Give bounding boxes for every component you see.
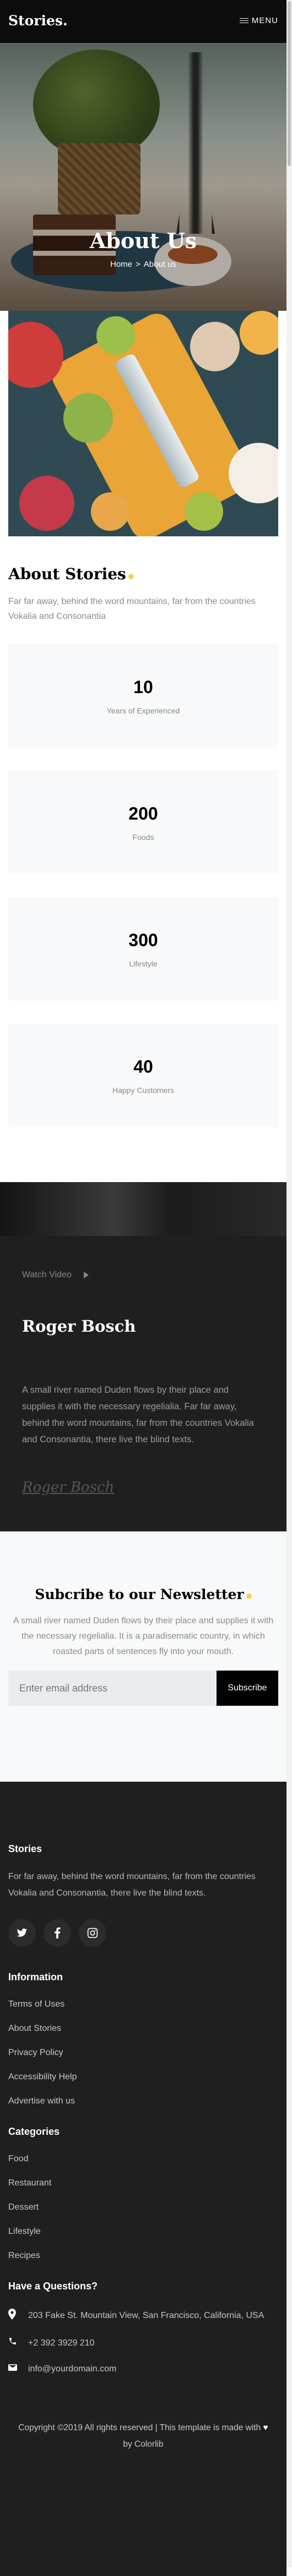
footer: Stories For far away, behind the word mo… <box>0 1782 286 2576</box>
about-description: Far far away, behind the word mountains,… <box>8 597 256 621</box>
information-section: Information Terms of Uses About Stories … <box>8 1971 278 2121</box>
page-scrollbar[interactable] <box>286 0 292 2567</box>
site-logo[interactable]: Stories. <box>8 13 68 29</box>
breadcrumb-home[interactable]: Home <box>110 260 132 269</box>
stat-value: 10 <box>133 677 153 697</box>
stat-value: 300 <box>128 930 158 950</box>
instagram-icon[interactable] <box>79 1919 106 1947</box>
footer-description: For far away, behind the word mountains,… <box>8 1872 256 1898</box>
copyright: Copyright ©2019 All rights reserved | Th… <box>18 2423 268 2449</box>
author-bio: A small river named Duden flows by their… <box>22 1385 254 1444</box>
breadcrumb-separator: > <box>136 260 140 269</box>
watch-video-label: Watch Video <box>22 1270 72 1279</box>
information-title: Information <box>8 1971 63 1982</box>
newsletter-title: Subcribe to our Newsletter <box>8 1586 278 1602</box>
map-marker-icon <box>8 2309 17 2324</box>
contact-title: Have a Questions? <box>8 2281 98 2292</box>
page-title: About Us <box>89 228 197 253</box>
stat-value: 200 <box>128 804 158 823</box>
accent-dot <box>246 1594 252 1599</box>
hero-banner: About Us Home > About us <box>0 0 286 311</box>
footer-link[interactable]: Dessert <box>8 2202 278 2227</box>
breadcrumb-current: About us <box>143 260 176 269</box>
scrollbar-thumb[interactable] <box>288 1 291 166</box>
footer-brand: Stories <box>8 1843 42 1854</box>
categories-section: Categories Food Restaurant Dessert Lifes… <box>8 2126 278 2275</box>
footer-link[interactable]: Recipes <box>8 2251 278 2275</box>
stat-label: Years of Experienced <box>106 706 180 715</box>
stat-label: Lifestyle <box>129 959 158 968</box>
newsletter-form: Subscribe <box>8 1671 278 1706</box>
contact-section: Have a Questions? 203 Fake St. Mountain … <box>8 2281 278 2376</box>
accent-dot <box>128 574 134 579</box>
menu-label: MENU <box>251 16 278 25</box>
breadcrumb: Home > About us <box>0 260 286 269</box>
categories-title: Categories <box>8 2126 60 2137</box>
contact-email[interactable]: info@yourdomain.com <box>8 2362 278 2376</box>
footer-link[interactable]: Advertise with us <box>8 2096 278 2121</box>
contact-phone[interactable]: +2 392 3929 210 <box>8 2336 278 2350</box>
stat-value: 40 <box>133 1057 153 1076</box>
stat-card: 40 Happy Customers <box>8 1024 278 1127</box>
facebook-icon[interactable] <box>44 1919 71 1947</box>
twitter-icon[interactable] <box>8 1919 36 1947</box>
newsletter-description: A small river named Duden flows by their… <box>13 1616 274 1656</box>
play-icon <box>83 1272 89 1278</box>
footer-link[interactable]: Accessibility Help <box>8 2072 278 2096</box>
footer-link[interactable]: Food <box>8 2154 278 2178</box>
social-links <box>8 1919 278 1947</box>
subscribe-button[interactable]: Subscribe <box>217 1671 278 1706</box>
watch-video-link[interactable]: Watch Video <box>22 1270 89 1280</box>
footer-link[interactable]: About Stories <box>8 2024 278 2048</box>
heart-icon: ♥ <box>263 2423 268 2432</box>
author-name: Roger Bosch <box>22 1317 136 1336</box>
footer-link[interactable]: Lifestyle <box>8 2227 278 2251</box>
stat-label: Happy Customers <box>112 1086 175 1095</box>
stat-card: 200 Foods <box>8 771 278 874</box>
author-photo <box>0 1182 286 1236</box>
footer-link[interactable]: Terms of Uses <box>8 2000 278 2024</box>
author-signature: Roger Bosch <box>22 1479 115 1496</box>
envelope-icon <box>8 2362 17 2376</box>
contact-address: 203 Fake St. Mountain View, San Francisc… <box>8 2309 278 2324</box>
footer-link[interactable]: Restaurant <box>8 2178 278 2202</box>
colorlib-link[interactable]: by Colorlib <box>123 2440 163 2449</box>
stat-label: Foods <box>132 833 154 842</box>
video-section: Watch Video Roger Bosch A small river na… <box>0 1182 286 1531</box>
top-navbar: Stories. MENU <box>0 0 286 41</box>
newsletter-section: Subcribe to our Newsletter A small river… <box>0 1531 286 1782</box>
stat-card: 300 Lifestyle <box>8 897 278 1001</box>
stat-card: 10 Years of Experienced <box>8 644 278 748</box>
phone-icon <box>8 2336 17 2350</box>
about-title: About Stories <box>8 565 278 583</box>
hamburger-icon <box>239 17 248 25</box>
page: Stories. MENU About Us Home > About us A… <box>0 0 286 2576</box>
footer-link[interactable]: Privacy Policy <box>8 2048 278 2072</box>
email-input[interactable] <box>8 1671 217 1706</box>
about-image <box>8 311 278 536</box>
menu-button[interactable]: MENU <box>239 16 278 25</box>
